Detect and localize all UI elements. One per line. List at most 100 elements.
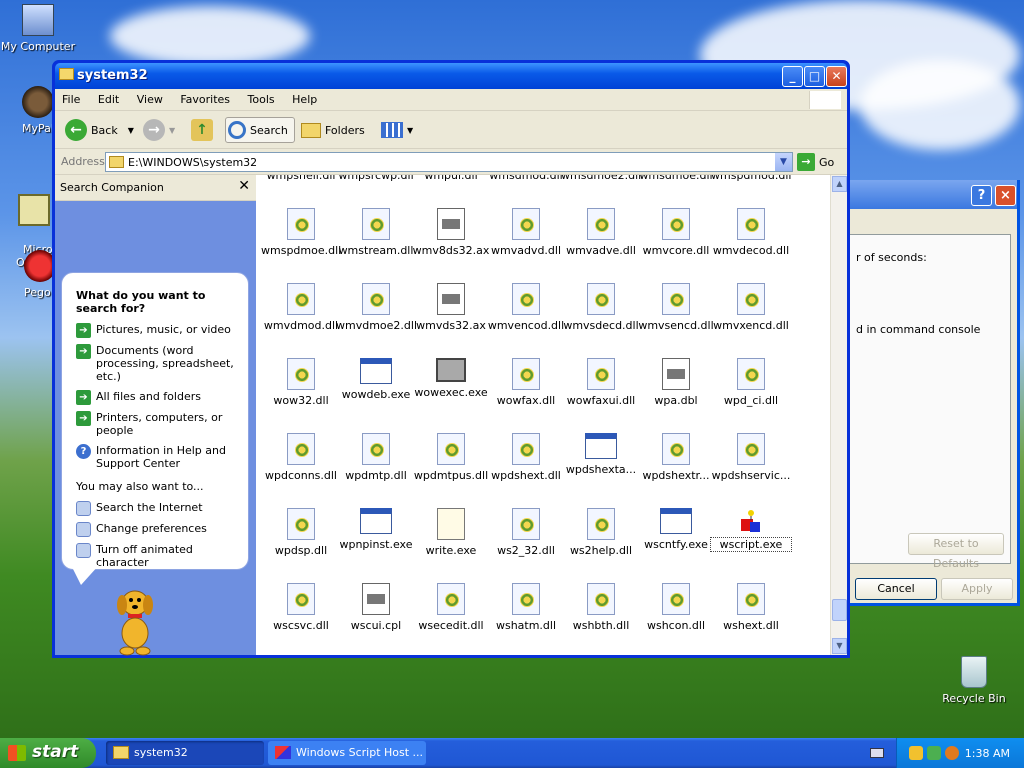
file-item[interactable]: wpdshextr... xyxy=(636,433,716,482)
cancel-button[interactable]: Cancel xyxy=(855,578,937,600)
file-name: wowfaxui.dll xyxy=(566,394,636,407)
file-item[interactable]: wow32.dll xyxy=(261,358,341,407)
menu-view[interactable]: View xyxy=(130,89,170,106)
file-item[interactable]: wpdshservic... xyxy=(711,433,791,482)
file-item[interactable]: wpdshexta... xyxy=(561,433,641,476)
file-item[interactable]: wowexec.exe xyxy=(411,358,491,399)
taskbar-item-system32[interactable]: system32 xyxy=(106,741,264,765)
back-button[interactable]: ← Back ▼ xyxy=(65,117,134,143)
file-item[interactable]: wmv8ds32.ax xyxy=(411,208,491,257)
vertical-scrollbar[interactable]: ▲ ▼ xyxy=(830,175,847,655)
file-item[interactable]: wmvxencd.dll xyxy=(711,283,791,332)
file-item[interactable]: wmspdmoe.dll xyxy=(261,208,341,257)
network-icon[interactable] xyxy=(927,746,941,760)
turn-off-character-link[interactable]: Turn off animated character xyxy=(76,543,246,569)
views-button[interactable]: ▼ xyxy=(381,117,413,143)
search-dog-character[interactable] xyxy=(107,583,163,659)
search-option-all-files[interactable]: ➔ All files and folders xyxy=(76,390,246,405)
file-item[interactable]: wpa.dbl xyxy=(636,358,716,407)
file-item[interactable]: wpdsp.dll xyxy=(261,508,341,557)
file-item[interactable]: ws2help.dll xyxy=(561,508,641,557)
search-option-pictures[interactable]: ➔ Pictures, music, or video xyxy=(76,323,246,338)
file-item[interactable]: wmvsencd.dll xyxy=(636,283,716,332)
file-item[interactable]: wmvadve.dll xyxy=(561,208,641,257)
file-item[interactable]: wshext.dll xyxy=(711,583,791,632)
file-item[interactable]: wshcon.dll xyxy=(636,583,716,632)
menu-edit[interactable]: Edit xyxy=(91,89,126,106)
file-item[interactable]: wmsdmod.dll xyxy=(486,175,566,182)
file-name: wowdeb.exe xyxy=(341,388,411,401)
minimize-button[interactable]: _ xyxy=(782,66,803,87)
start-button[interactable]: start xyxy=(0,738,96,768)
scroll-down-button[interactable]: ▼ xyxy=(832,638,847,654)
search-option-help[interactable]: ? Information in Help and Support Center xyxy=(76,444,246,470)
close-icon[interactable]: ✕ xyxy=(238,178,250,194)
file-item[interactable]: wscntfy.exe xyxy=(636,508,716,551)
file-item[interactable]: wowfax.dll xyxy=(486,358,566,407)
scroll-thumb[interactable] xyxy=(832,599,847,621)
file-item[interactable]: wpdmtpus.dll xyxy=(411,433,491,482)
file-item[interactable]: wmpshell.dll xyxy=(261,175,341,182)
file-item[interactable]: wshatm.dll xyxy=(486,583,566,632)
title-bar[interactable]: system32 _ □ ✕ xyxy=(55,63,847,89)
change-preferences-link[interactable]: Change preferences xyxy=(76,522,246,537)
security-shield-icon[interactable] xyxy=(909,746,923,760)
chevron-down-icon[interactable]: ▼ xyxy=(775,153,792,171)
up-button[interactable]: ↑ xyxy=(191,117,213,143)
menu-favorites[interactable]: Favorites xyxy=(173,89,237,106)
menu-help[interactable]: Help xyxy=(285,89,324,106)
file-item[interactable]: write.exe xyxy=(411,508,491,557)
scroll-up-button[interactable]: ▲ xyxy=(832,176,847,192)
file-item[interactable]: wscript.exe xyxy=(710,508,792,552)
maximize-button[interactable]: □ xyxy=(804,66,825,87)
apply-button[interactable]: Apply xyxy=(941,578,1013,600)
taskbar-item-wsh[interactable]: Windows Script Host ... xyxy=(268,741,426,765)
search-tray-icon[interactable] xyxy=(945,746,959,760)
file-item[interactable]: wowdeb.exe xyxy=(336,358,416,401)
file-item[interactable]: wpd_ci.dll xyxy=(711,358,791,407)
file-item[interactable]: wmvsdecd.dll xyxy=(561,283,641,332)
desktop-icon-recycle-bin[interactable]: Recycle Bin xyxy=(934,656,1014,705)
file-item[interactable]: wpdmtp.dll xyxy=(336,433,416,482)
file-item[interactable]: wmvdecod.dll xyxy=(711,208,791,257)
file-item[interactable]: wmpui.dll xyxy=(411,175,491,182)
file-item[interactable]: wpnpinst.exe xyxy=(336,508,416,551)
desktop-icon-my-computer[interactable]: My Computer xyxy=(0,4,78,53)
file-item[interactable]: wscui.cpl xyxy=(336,583,416,632)
address-input[interactable]: E:\WINDOWS\system32 ▼ xyxy=(105,152,793,172)
file-item[interactable]: wscsvc.dll xyxy=(261,583,341,632)
file-item[interactable]: wsecedit.dll xyxy=(411,583,491,632)
menu-tools[interactable]: Tools xyxy=(241,89,282,106)
close-button[interactable]: ✕ xyxy=(826,66,847,87)
close-button[interactable]: × xyxy=(995,185,1016,206)
file-item[interactable]: wmpsrcwp.dll xyxy=(336,175,416,182)
file-item[interactable]: wshbth.dll xyxy=(561,583,641,632)
search-option-printers[interactable]: ➔ Printers, computers, or people xyxy=(76,411,246,437)
file-item[interactable]: wmvds32.ax xyxy=(411,283,491,332)
file-list[interactable]: wmpshell.dll wmpsrcwp.dll wmpui.dll wmsdmod… xyxy=(256,175,830,655)
search-option-documents[interactable]: ➔ Documents (word processing, spreadsheet… xyxy=(76,344,246,383)
clock[interactable]: 1:38 AM xyxy=(965,747,1010,760)
file-item[interactable]: wmvencod.dll xyxy=(486,283,566,332)
folders-button[interactable]: Folders xyxy=(301,117,365,143)
file-item[interactable]: wmsdmoe.dll xyxy=(636,175,716,182)
file-item[interactable]: wmsdmoe2.dll xyxy=(561,175,641,182)
help-button[interactable]: ? xyxy=(971,185,992,206)
file-item[interactable]: wpdconns.dll xyxy=(261,433,341,482)
search-internet-link[interactable]: Search the Internet xyxy=(76,501,246,516)
file-item[interactable]: ws2_32.dll xyxy=(486,508,566,557)
file-item[interactable]: wpdshext.dll xyxy=(486,433,566,482)
file-item[interactable]: wmvdmod.dll xyxy=(261,283,341,332)
go-button[interactable]: → Go xyxy=(797,153,834,171)
file-item[interactable]: wmvdmoe2.dll xyxy=(336,283,417,332)
keyboard-icon[interactable] xyxy=(870,748,884,758)
forward-button[interactable]: → ▼ xyxy=(143,117,175,143)
menu-file[interactable]: File xyxy=(55,89,87,106)
file-item[interactable]: wmstream.dll xyxy=(336,208,416,257)
file-item[interactable]: wmvadvd.dll xyxy=(486,208,566,257)
file-item[interactable]: wmvcore.dll xyxy=(636,208,716,257)
file-item[interactable]: wowfaxui.dll xyxy=(561,358,641,407)
file-item[interactable]: wmspdmod.dll xyxy=(711,175,791,182)
reset-defaults-button[interactable]: Reset to Defaults xyxy=(908,533,1004,570)
search-button[interactable]: Search xyxy=(225,117,295,143)
